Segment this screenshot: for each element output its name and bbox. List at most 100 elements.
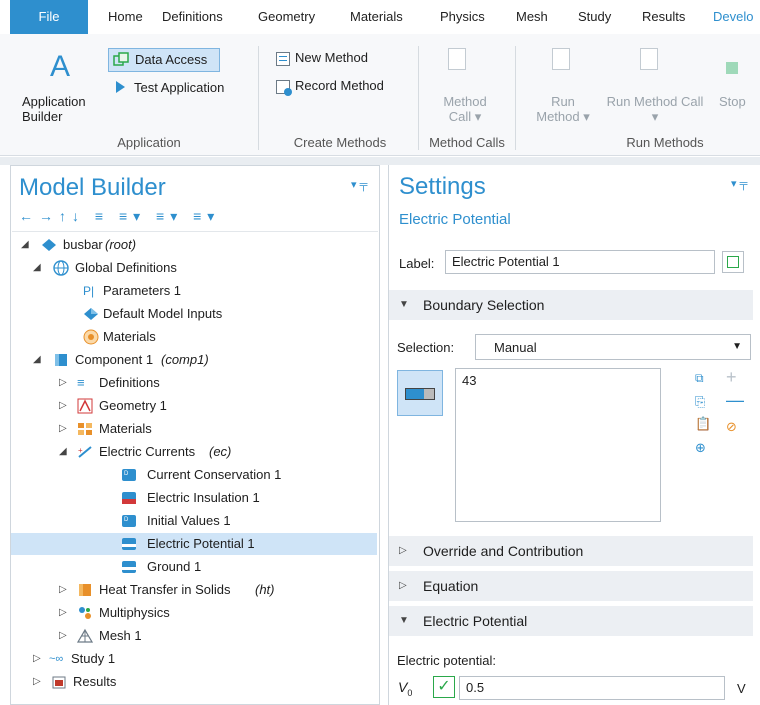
label-field[interactable]: Electric Potential 1: [445, 250, 715, 274]
add-icon[interactable]: +: [726, 367, 737, 388]
tree-row[interactable]: Materials: [11, 326, 377, 348]
tree-row[interactable]: ▷ ≡ Definitions: [11, 372, 377, 394]
tree-row-selected[interactable]: Electric Potential 1: [11, 533, 377, 555]
definitions-icon: ≡: [77, 375, 85, 390]
study-icon: ~∞: [49, 653, 64, 665]
method-call-icon: [448, 48, 466, 70]
tree-row[interactable]: ▷ Materials: [11, 418, 377, 440]
new-method-button[interactable]: New Method: [295, 50, 368, 65]
settings-panel: Settings ▾ ╤ Electric Potential Label: E…: [388, 165, 760, 705]
panel-menu-icon[interactable]: ▾ ╤: [731, 177, 747, 190]
tab-home[interactable]: Home: [108, 9, 143, 24]
boundary-node-icon: [121, 536, 137, 552]
selection-list[interactable]: 43: [455, 368, 661, 522]
zoom-selection-icon[interactable]: ⊕: [695, 440, 706, 456]
tab-developer[interactable]: Develo: [713, 9, 753, 24]
tree-row[interactable]: D Current Conservation 1: [11, 464, 377, 486]
list-item[interactable]: 43: [462, 373, 476, 388]
tab-definitions[interactable]: Definitions: [162, 9, 223, 24]
tree-row[interactable]: D Initial Values 1: [11, 510, 377, 532]
active-toggle-button[interactable]: [397, 370, 443, 416]
tree-row[interactable]: ▷ Results: [11, 671, 377, 693]
tree-row[interactable]: ◢ + Electric Currents (ec): [11, 441, 377, 463]
materials-icon: [83, 329, 99, 345]
parameters-icon: P|: [83, 284, 95, 298]
run-method-call-button[interactable]: Run Method Call ▾: [606, 94, 704, 124]
tab-materials[interactable]: Materials: [350, 9, 403, 24]
tab-mesh[interactable]: Mesh: [516, 9, 548, 24]
clear-selection-icon[interactable]: ⊘: [726, 419, 737, 435]
tab-physics[interactable]: Physics: [440, 9, 485, 24]
section-equation[interactable]: ▷ Equation: [389, 571, 753, 601]
copy-selection-icon[interactable]: ⎘: [695, 394, 705, 410]
svg-text:D: D: [124, 517, 129, 523]
panel-menu-icon[interactable]: ▾ ╤: [351, 178, 367, 191]
v0-input[interactable]: 0.5: [459, 676, 725, 700]
label-edit-icon[interactable]: [722, 251, 744, 273]
group-method-calls: Method Calls: [429, 135, 505, 150]
ribbon: A Application Builder Data Access Test A…: [0, 34, 760, 156]
data-access-icon: [113, 52, 129, 66]
mesh-icon: [76, 628, 94, 644]
section-override-contribution[interactable]: ▷ Override and Contribution: [389, 536, 753, 566]
svg-text:D: D: [124, 471, 129, 477]
tab-results[interactable]: Results: [642, 9, 685, 24]
tree-row[interactable]: ▷ ~∞ Study 1: [11, 648, 377, 670]
selection-caption: Selection:: [397, 340, 455, 355]
run-method-button[interactable]: Run Method ▾: [533, 94, 593, 124]
record-method-icon: [276, 80, 292, 96]
component-icon: [53, 352, 69, 368]
v0-unit: V: [737, 681, 746, 696]
method-call-button[interactable]: Method Call ▾: [440, 94, 490, 124]
section-electric-potential[interactable]: ▼ Electric Potential: [389, 606, 753, 636]
tree-row[interactable]: ▷ Heat Transfer in Solids (ht): [11, 579, 377, 601]
domain-node-icon: D: [121, 467, 137, 483]
selection-dropdown[interactable]: Manual ▼: [475, 334, 751, 360]
tree-row[interactable]: ◢ busbar (root): [11, 234, 377, 256]
clipboard-icon[interactable]: 📋: [695, 416, 711, 432]
globe-icon: [53, 260, 69, 276]
record-method-button[interactable]: Record Method: [295, 78, 384, 93]
group-application: Application: [117, 135, 181, 150]
tab-study[interactable]: Study: [578, 9, 611, 24]
tab-geometry[interactable]: Geometry: [258, 9, 315, 24]
tree-row[interactable]: P| Parameters 1: [11, 280, 377, 302]
play-icon: [116, 81, 125, 93]
tree-row[interactable]: ▷ Multiphysics: [11, 602, 377, 624]
settings-subtitle: Electric Potential: [399, 211, 511, 228]
ribbon-tabs: File Home Definitions Geometry Materials…: [0, 0, 760, 34]
materials-icon: [77, 421, 93, 437]
model-tree: ◢ busbar (root) ◢ Global Definitions P| Para…: [11, 234, 379, 704]
tab-file[interactable]: File: [10, 0, 88, 34]
run-method-icon: [552, 48, 570, 70]
paste-selection-icon[interactable]: ⧉: [695, 371, 704, 386]
geometry-icon: [77, 398, 93, 414]
test-application-label: Test Application: [134, 80, 225, 95]
stop-button[interactable]: Stop: [719, 94, 746, 109]
electric-potential-caption: Electric potential:: [397, 653, 496, 668]
data-access-button[interactable]: Data Access: [108, 48, 220, 72]
tree-row[interactable]: ◢ Global Definitions: [11, 257, 377, 279]
root-icon: [41, 237, 57, 253]
electric-currents-icon: +: [77, 444, 93, 460]
tree-row[interactable]: ▷ Mesh 1: [11, 625, 377, 647]
stop-icon: [726, 62, 738, 74]
remove-icon[interactable]: —: [726, 390, 744, 411]
model-builder-panel: Model Builder ▾ ╤ ←→↑↓ ≡ ≡▾ ≡▾ ≡▾ ◢ busba…: [10, 165, 380, 705]
v0-checkbox[interactable]: ✓: [433, 676, 455, 698]
label-caption: Label:: [399, 256, 435, 271]
chevron-down-icon: ▼: [732, 341, 742, 352]
tree-row[interactable]: ▷ Geometry 1: [11, 395, 377, 417]
multiphysics-icon: [77, 605, 93, 621]
tree-row[interactable]: Electric Insulation 1: [11, 487, 377, 509]
svg-text:+: +: [78, 446, 83, 455]
model-builder-toolbar[interactable]: ←→↑↓ ≡ ≡▾ ≡▾ ≡▾: [19, 208, 220, 225]
model-builder-title: Model Builder: [19, 174, 166, 201]
tree-row[interactable]: ◢ Component 1 (comp1): [11, 349, 377, 371]
tree-row[interactable]: Ground 1: [11, 556, 377, 578]
boundary-node-icon: [121, 559, 137, 575]
settings-title: Settings: [399, 173, 486, 200]
tree-row[interactable]: Default Model Inputs: [11, 303, 377, 325]
section-boundary-selection[interactable]: ▼ Boundary Selection: [389, 290, 753, 320]
application-builder-button[interactable]: Application Builder: [22, 94, 102, 124]
